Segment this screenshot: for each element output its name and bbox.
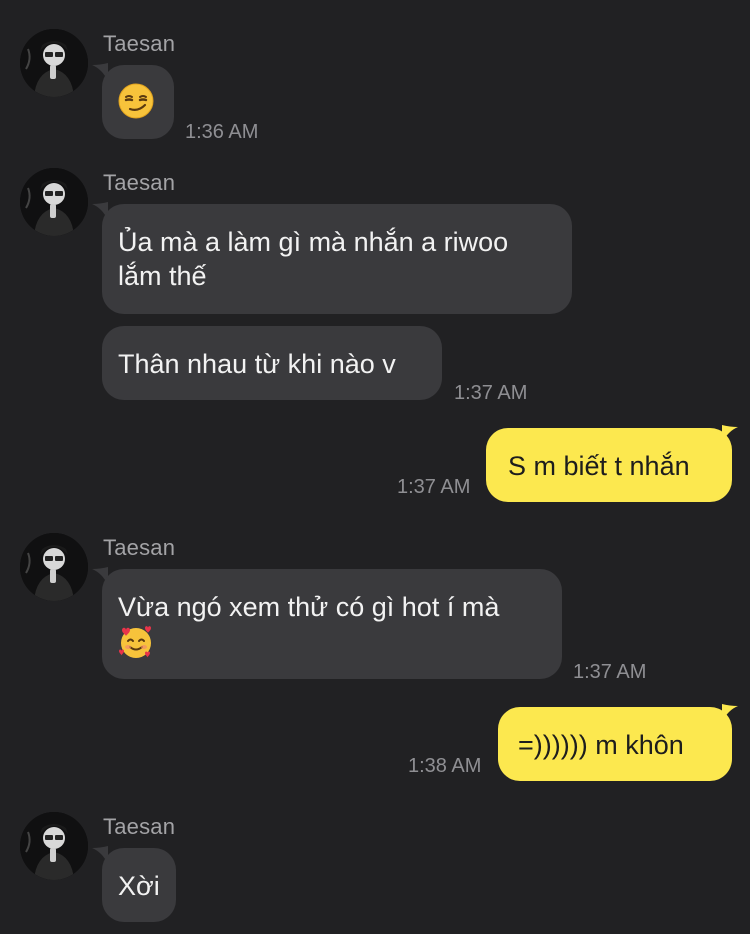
bubble-tail bbox=[722, 704, 738, 722]
smirking-face-emoji-icon bbox=[118, 83, 154, 119]
avatar-photo bbox=[20, 29, 88, 97]
message-text: Xời bbox=[118, 871, 160, 901]
message-bubble[interactable]: Thân nhau từ khi nào v bbox=[102, 326, 442, 400]
message-text: Thân nhau từ khi nào v bbox=[118, 349, 396, 379]
message-timestamp: 1:37 AM bbox=[397, 476, 471, 498]
avatar-photo bbox=[20, 168, 88, 236]
message-timestamp: 1:37 AM bbox=[573, 661, 647, 683]
message-text: =)))))) m khôn bbox=[518, 730, 684, 760]
sender-name: Taesan bbox=[103, 535, 176, 560]
message-timestamp: 1:38 AM bbox=[408, 755, 482, 777]
message-bubble[interactable] bbox=[102, 65, 174, 139]
message-text: Ủa mà a làm gì mà nhắn a riwoo lắm thế bbox=[118, 227, 509, 291]
avatar-photo bbox=[20, 812, 88, 880]
message-bubble[interactable]: =)))))) m khôn bbox=[498, 707, 732, 781]
avatar-photo bbox=[20, 533, 88, 601]
sender-name: Taesan bbox=[103, 170, 176, 195]
message-timestamp: 1:36 AM bbox=[185, 121, 259, 143]
bubble-tail bbox=[722, 425, 738, 443]
avatar[interactable] bbox=[20, 812, 88, 880]
message-timestamp: 1:37 AM bbox=[454, 382, 528, 404]
message-text: S m biết t nhắn bbox=[508, 451, 690, 481]
message-bubble[interactable]: Vừa ngó xem thử có gì hot í mà bbox=[102, 569, 562, 679]
message-text: Vừa ngó xem thử có gì hot í mà bbox=[118, 592, 500, 622]
message-bubble[interactable]: S m biết t nhắn bbox=[486, 428, 732, 502]
message-bubble[interactable]: Xời bbox=[102, 848, 176, 922]
sender-name: Taesan bbox=[103, 814, 176, 839]
avatar[interactable] bbox=[20, 533, 88, 601]
smiling-face-with-hearts-emoji-icon bbox=[118, 624, 154, 660]
avatar[interactable] bbox=[20, 168, 88, 236]
avatar[interactable] bbox=[20, 29, 88, 97]
sender-name: Taesan bbox=[103, 31, 176, 56]
message-bubble[interactable]: Ủa mà a làm gì mà nhắn a riwoo lắm thế bbox=[102, 204, 572, 314]
